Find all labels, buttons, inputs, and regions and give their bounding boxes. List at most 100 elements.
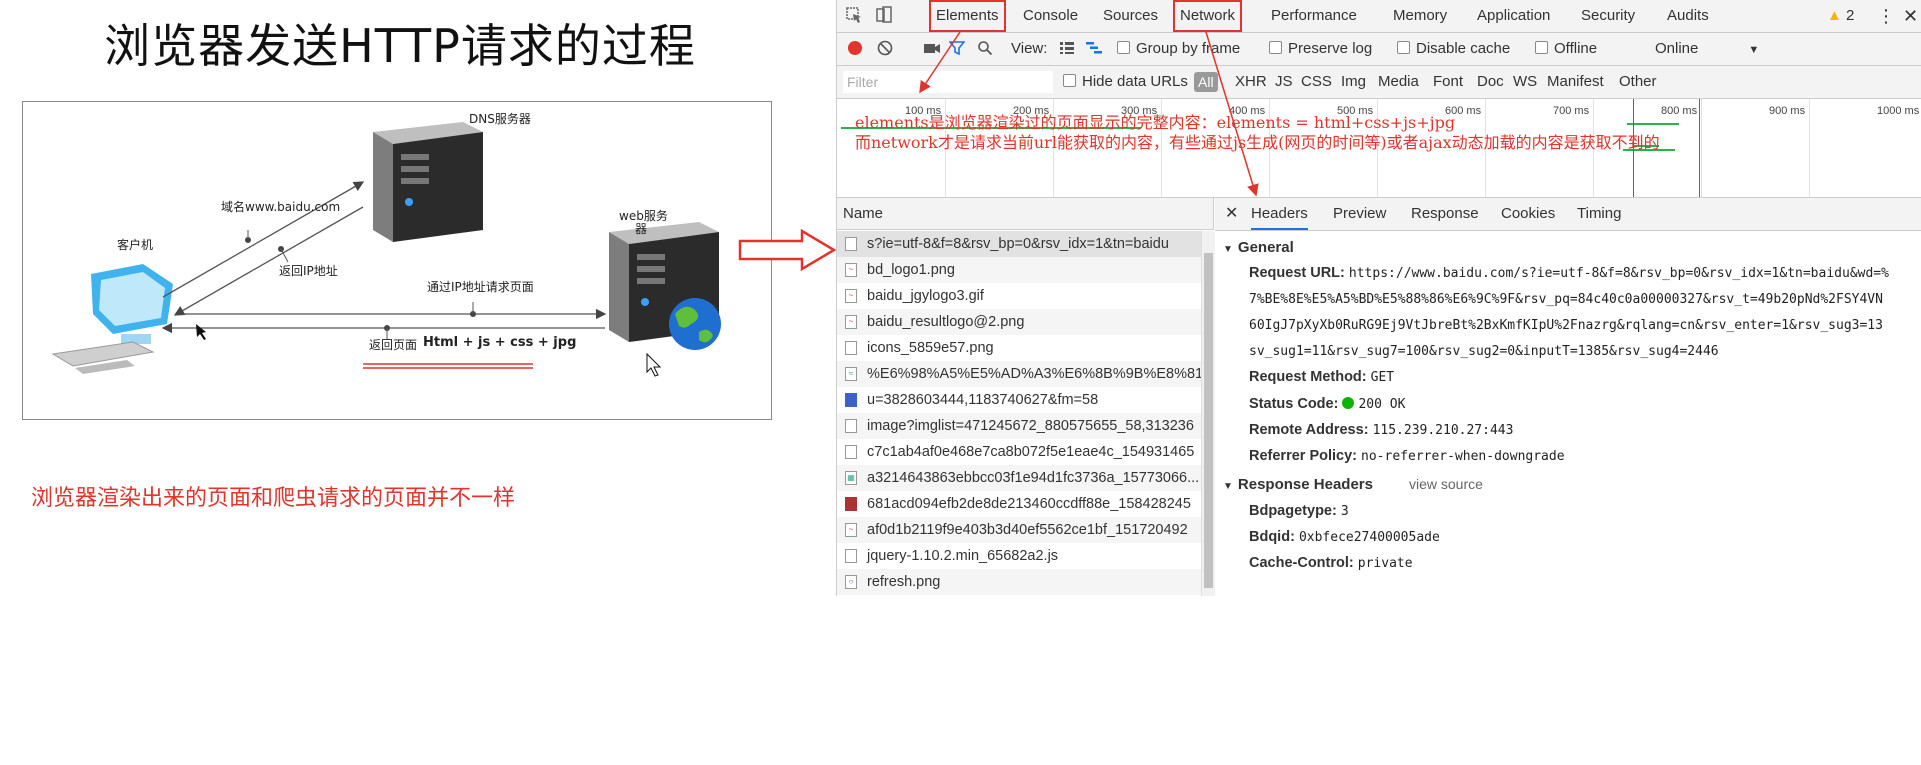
tab-cookies[interactable]: Cookies: [1501, 198, 1555, 230]
request-url-row-2: 7%BE%8E%E5%A5%BD%E5%88%86%E6%9C%9F&rsv_p…: [1249, 291, 1883, 307]
request-name: bd_logo1.png: [867, 262, 955, 278]
warning-icon: ▲: [1827, 7, 1842, 24]
filter-funnel-icon[interactable]: [948, 33, 966, 65]
scrollbar-thumb[interactable]: [1204, 253, 1213, 588]
tab-response[interactable]: Response: [1411, 198, 1479, 230]
request-list-scrollbar[interactable]: [1201, 231, 1215, 596]
request-row[interactable]: 681acd094efb2de8de213460ccdff88e_1584282…: [837, 491, 1201, 517]
preserve-log-label: Preserve log: [1288, 40, 1373, 57]
referrer-policy-value: no-referrer-when-downgrade: [1361, 449, 1565, 464]
checkbox-icon: [1397, 41, 1410, 54]
type-filter-font[interactable]: Font: [1433, 66, 1463, 98]
tab-preview[interactable]: Preview: [1333, 198, 1386, 230]
throttle-select[interactable]: Online ▼: [1655, 33, 1759, 65]
image-thumb-icon: [845, 393, 857, 407]
view-label: View:: [1011, 40, 1048, 57]
request-method-value: GET: [1370, 370, 1395, 385]
type-filter-other[interactable]: Other: [1619, 66, 1657, 98]
request-row[interactable]: ~ bd_logo1.png: [837, 257, 1201, 283]
large-rows-icon[interactable]: [1059, 33, 1075, 65]
type-filter-all[interactable]: All: [1194, 72, 1218, 92]
request-row[interactable]: ~ baidu_resultlogo@2.png: [837, 309, 1201, 335]
tick-label: 700 ms: [1553, 105, 1590, 117]
search-icon[interactable]: [977, 33, 993, 65]
request-url-row-4: sv_sug1=11&rsv_sug7=100&rsv_sug2=0&input…: [1249, 343, 1719, 359]
close-devtools-icon[interactable]: ✕: [1903, 0, 1918, 32]
type-filter-manifest[interactable]: Manifest: [1547, 66, 1604, 98]
filter-input[interactable]: Filter: [843, 71, 1053, 93]
more-menu-icon[interactable]: ⋮: [1877, 0, 1895, 32]
device-toolbar-icon[interactable]: [875, 0, 893, 32]
request-row[interactable]: ▦ a3214643863ebbcc03f1e94d1fc3736a_157730…: [837, 465, 1201, 491]
slide-title: 浏览器发送HTTP请求的过程: [104, 19, 696, 73]
return-content-label: Html + js + css + jpg: [423, 335, 577, 350]
response-headers-toggle[interactable]: ▼ Response Headers view source: [1223, 476, 1483, 493]
request-row[interactable]: ≈ %E6%98%A5%E5%AD%A3%E6%8B%9B%E8%81...: [837, 361, 1201, 387]
record-icon[interactable]: [847, 33, 863, 65]
return-ip-label: 返回IP地址: [279, 264, 338, 278]
offline-checkbox[interactable]: Offline: [1535, 33, 1597, 65]
load-event-line: [1699, 99, 1700, 197]
type-filter-ws[interactable]: WS: [1513, 66, 1537, 98]
clear-icon[interactable]: [877, 33, 893, 65]
request-name: image?imglist=471245672_880575655_58,313…: [867, 418, 1194, 434]
tab-timing[interactable]: Timing: [1577, 198, 1621, 230]
screenshot-camera-icon[interactable]: [923, 33, 941, 65]
tab-memory[interactable]: Memory: [1393, 0, 1447, 32]
tab-security[interactable]: Security: [1581, 0, 1635, 32]
network-overview-timeline[interactable]: 100 ms 200 ms 300 ms 400 ms 500 ms 600 m…: [837, 99, 1921, 198]
tab-headers[interactable]: Headers: [1251, 198, 1308, 230]
general-section-toggle[interactable]: ▼ General: [1223, 239, 1294, 256]
request-row[interactable]: icons_5859e57.png: [837, 335, 1201, 361]
view-source-link[interactable]: view source: [1409, 476, 1483, 492]
disable-cache-checkbox[interactable]: Disable cache: [1397, 33, 1510, 65]
dns-server-icon: [373, 122, 483, 242]
group-by-frame-label: Group by frame: [1136, 40, 1241, 57]
request-name: baidu_jgylogo3.gif: [867, 288, 984, 304]
request-url-label: Request URL:: [1249, 265, 1345, 281]
tab-elements[interactable]: Elements: [929, 0, 1006, 32]
request-row[interactable]: image?imglist=471245672_880575655_58,313…: [837, 413, 1201, 439]
close-detail-icon[interactable]: ✕: [1225, 198, 1238, 230]
image-thumb-icon: [845, 497, 857, 511]
request-row[interactable]: u=3828603444,1183740627&fm=58: [837, 387, 1201, 413]
tab-audits[interactable]: Audits: [1667, 0, 1709, 32]
request-method-row: Request Method: GET: [1249, 369, 1394, 385]
inspect-element-icon[interactable]: [845, 0, 863, 32]
tab-console[interactable]: Console: [1023, 0, 1078, 32]
request-row[interactable]: ○ refresh.png: [837, 569, 1201, 595]
request-name: 681acd094efb2de8de213460ccdff88e_1584282…: [867, 496, 1191, 512]
tab-network[interactable]: Network: [1173, 0, 1243, 32]
warning-count: 2: [1846, 7, 1855, 24]
request-row[interactable]: ~ af0d1b2119f9e403b3d40ef5562ce1bf_151720…: [837, 517, 1201, 543]
request-row[interactable]: ~ baidu_jgylogo3.gif: [837, 283, 1201, 309]
request-name: a3214643863ebbcc03f1e94d1fc3736a_1577306…: [867, 470, 1200, 486]
warning-badge[interactable]: ▲ 2: [1827, 0, 1854, 32]
preserve-log-checkbox[interactable]: Preserve log: [1269, 33, 1372, 65]
request-row[interactable]: c7c1ab4af0e468e7ca8b072f5e1eae4c_1549314…: [837, 439, 1201, 465]
image-file-icon: ~: [845, 289, 857, 303]
tab-performance[interactable]: Performance: [1271, 0, 1357, 32]
type-filter-img[interactable]: Img: [1341, 66, 1366, 98]
checkbox-icon: [1535, 41, 1548, 54]
image-thumb-icon: ▦: [845, 471, 857, 485]
headers-pane: ▼ General Request URL: https://www.baidu.…: [1215, 231, 1921, 596]
type-filter-css[interactable]: CSS: [1301, 66, 1332, 98]
name-column-header[interactable]: Name: [837, 198, 1214, 230]
waterfall-icon[interactable]: [1085, 33, 1103, 65]
group-by-frame-checkbox[interactable]: Group by frame: [1117, 33, 1240, 65]
type-filter-xhr[interactable]: XHR: [1235, 66, 1267, 98]
type-filter-media[interactable]: Media: [1378, 66, 1419, 98]
type-filter-doc[interactable]: Doc: [1477, 66, 1504, 98]
referrer-policy-row: Referrer Policy: no-referrer-when-downgr…: [1249, 448, 1565, 464]
tab-sources[interactable]: Sources: [1103, 0, 1158, 32]
request-row[interactable]: s?ie=utf-8&f=8&rsv_bp=0&rsv_idx=1&tn=bai…: [837, 231, 1201, 257]
bdqid-label: Bdqid:: [1249, 529, 1295, 545]
tab-application[interactable]: Application: [1477, 0, 1550, 32]
bdpagetype-label: Bdpagetype:: [1249, 503, 1337, 519]
hide-data-urls-checkbox[interactable]: Hide data URLs: [1063, 66, 1188, 98]
request-row[interactable]: jquery-1.10.2.min_65682a2.js: [837, 543, 1201, 569]
http-process-diagram: DNS服务器 web服务 器 客户机 域名www.baidu.com 返回IP地…: [22, 101, 772, 420]
type-filter-js[interactable]: JS: [1275, 66, 1293, 98]
request-name: u=3828603444,1183740627&fm=58: [867, 392, 1099, 408]
